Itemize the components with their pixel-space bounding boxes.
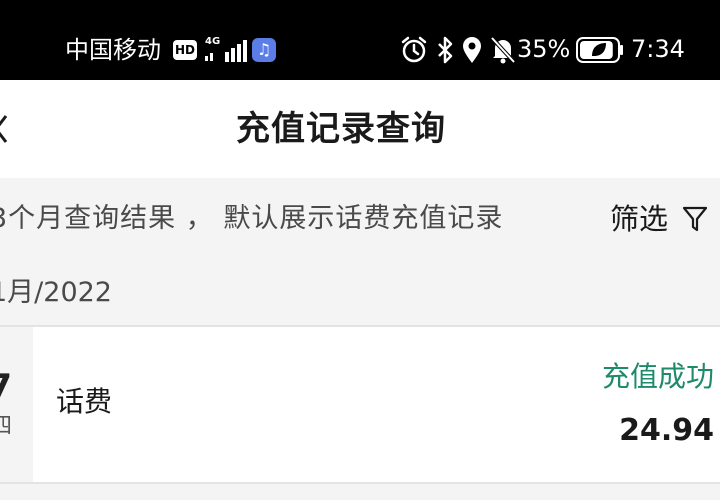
- hd-icon: HD: [173, 40, 197, 60]
- alarm-icon: [401, 36, 427, 63]
- battery-percent: 35%: [517, 35, 571, 63]
- location-icon: [463, 37, 481, 63]
- clock-time: 7:34: [631, 35, 685, 63]
- query-info-bar: 3个月查询结果 ， 默认展示话费充值记录 筛选: [0, 178, 720, 260]
- signal-icon: [205, 40, 247, 62]
- record-weekday: 四: [0, 414, 12, 439]
- query-info-text: 3个月查询结果 ， 默认展示话费充值记录: [0, 203, 504, 234]
- filter-button[interactable]: 筛选: [610, 178, 668, 260]
- record-status: 充值成功: [601, 360, 714, 393]
- funnel-filter-icon[interactable]: [682, 205, 708, 233]
- carrier-label: 中国移动: [65, 36, 161, 64]
- mute-bell-icon: [490, 36, 516, 64]
- month-header: 1月/2022: [0, 260, 720, 326]
- bluetooth-icon: [438, 36, 453, 64]
- record-date: 7 四: [0, 327, 33, 482]
- status-bar: 中国移动 HD 4G ♫ 35% 7:34: [0, 0, 720, 80]
- list-background: [0, 484, 720, 500]
- record-type: 话费: [56, 385, 113, 418]
- page-header: 充值记录查询: [0, 80, 720, 178]
- battery-icon: [576, 37, 623, 63]
- music-app-icon: ♫: [252, 38, 276, 62]
- record-amount: 24.94: [619, 413, 714, 448]
- page-title: 充值记录查询: [236, 109, 446, 149]
- recharge-record-row[interactable]: 7 四 话费 充值成功 24.94: [0, 327, 720, 482]
- month-label: 1月/2022: [0, 277, 112, 308]
- record-day: 7: [0, 367, 12, 407]
